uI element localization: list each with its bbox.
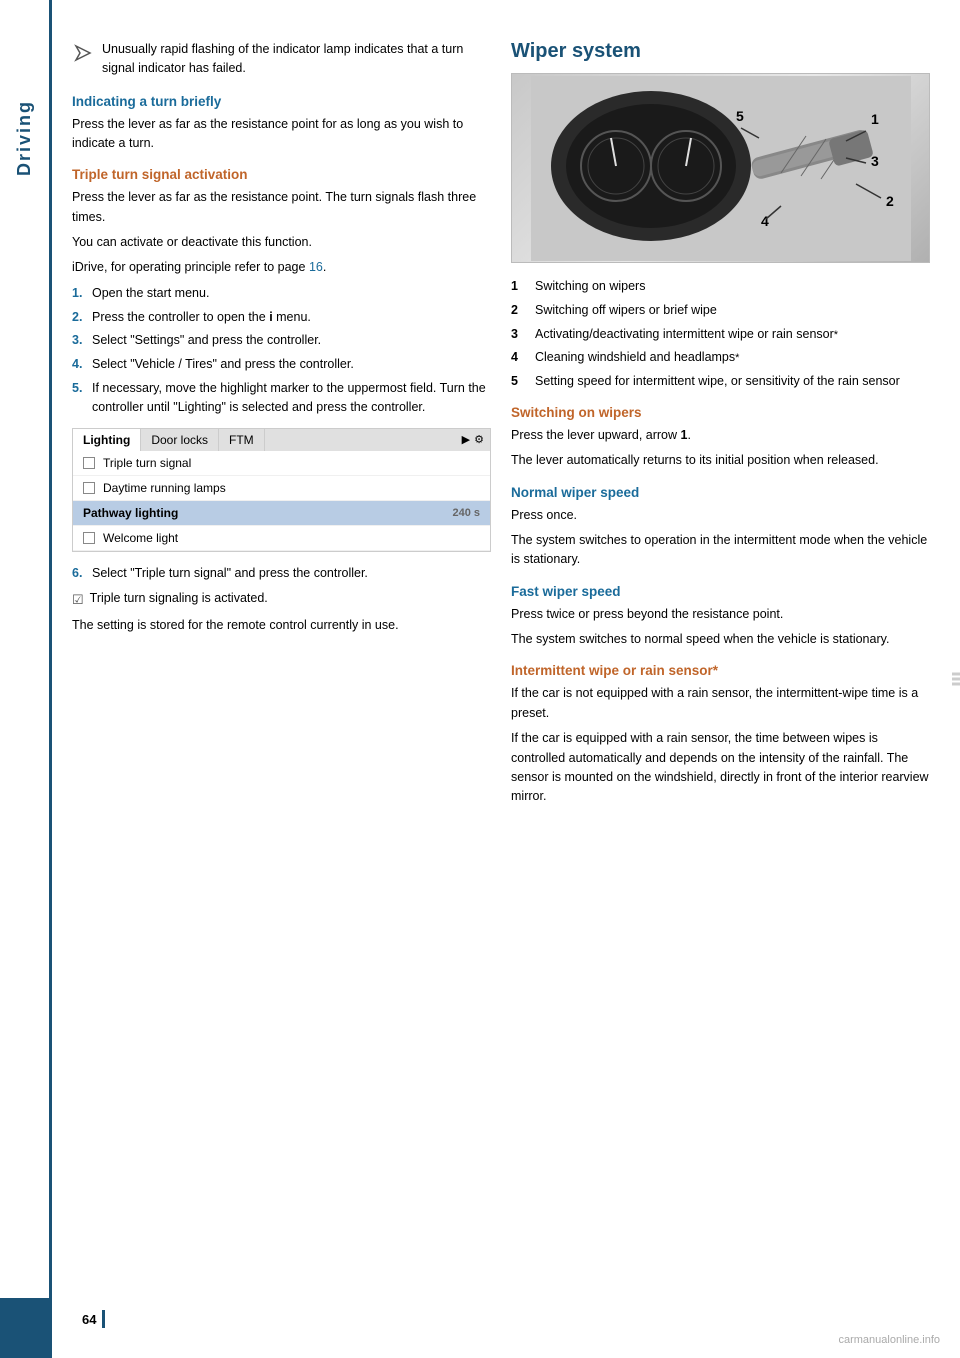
switching-heading: Switching on wipers <box>511 405 930 420</box>
wiper-list: 1 Switching on wipers 2 Switching off wi… <box>511 277 930 391</box>
normal-p2: The system switches to operation in the … <box>511 531 930 570</box>
tab-ftm[interactable]: FTM <box>219 429 265 451</box>
idrive-row-daytime: Daytime running lamps <box>73 476 490 501</box>
note-box: Unusually rapid flashing of the indicato… <box>72 40 491 78</box>
checkbox-triple[interactable] <box>83 457 95 469</box>
intermittent-p1: If the car is not equipped with a rain s… <box>511 684 930 723</box>
indicating-text: Press the lever as far as the resistance… <box>72 115 491 154</box>
final-text: The setting is stored for the remote con… <box>72 616 491 635</box>
tab-lighting[interactable]: Lighting <box>73 429 141 451</box>
left-column: Unusually rapid flashing of the indicato… <box>72 40 491 1318</box>
checkbox-daytime[interactable] <box>83 482 95 494</box>
idrive-row-triple: Triple turn signal <box>73 451 490 476</box>
wiper-item-5: 5 Setting speed for intermittent wipe, o… <box>511 372 930 391</box>
wiper-diagram: 1 2 3 4 5 <box>512 74 929 262</box>
wiper-item-4: 4 Cleaning windshield and headlamps* <box>511 348 930 367</box>
tab-icons: ▶ ⚙ <box>456 429 490 451</box>
step-2: 2. Press the controller to open the i me… <box>72 308 491 327</box>
idrive-row-welcome: Welcome light <box>73 526 490 551</box>
wiper-heading: Wiper system <box>511 40 930 63</box>
sidebar-label: Driving <box>14 100 35 176</box>
steps-list: 1. Open the start menu. 2. Press the con… <box>72 284 491 417</box>
step6-note: ☑ Triple turn signaling is activated. <box>72 589 491 610</box>
idrive-tabs: Lighting Door locks FTM ▶ ⚙ <box>73 429 490 451</box>
watermark: carmanualonline.info <box>838 1334 940 1346</box>
svg-text:5: 5 <box>736 108 744 124</box>
page-link[interactable]: 16 <box>309 260 323 274</box>
idrive-row-pathway: Pathway lighting 240 s <box>73 501 490 526</box>
sidebar-blue-bar <box>0 1298 49 1358</box>
play-icon: ▶ <box>462 433 470 447</box>
step-4: 4. Select "Vehicle / Tires" and press th… <box>72 355 491 374</box>
step-1: 1. Open the start menu. <box>72 284 491 303</box>
idrive-rows: Triple turn signal Daytime running lamps… <box>73 451 490 551</box>
main-content: Unusually rapid flashing of the indicato… <box>52 0 960 1358</box>
right-column: Wiper system <box>511 40 930 1318</box>
wiper-item-1: 1 Switching on wipers <box>511 277 930 296</box>
triple-heading: Triple turn signal activation <box>72 167 491 182</box>
wiper-item-3: 3 Activating/deactivating intermittent w… <box>511 325 930 344</box>
wiper-item-2: 2 Switching off wipers or brief wipe <box>511 301 930 320</box>
note-text: Unusually rapid flashing of the indicato… <box>102 40 491 78</box>
intermittent-p2: If the car is equipped with a rain senso… <box>511 729 930 807</box>
normal-heading: Normal wiper speed <box>511 485 930 500</box>
svg-text:2: 2 <box>886 193 894 209</box>
page-num-bar <box>102 1310 105 1328</box>
triple-p2: You can activate or deactivate this func… <box>72 233 491 252</box>
svg-text:3: 3 <box>871 153 879 169</box>
fast-p1: Press twice or press beyond the resistan… <box>511 605 930 624</box>
page-footer: 64 <box>52 1310 960 1328</box>
fast-heading: Fast wiper speed <box>511 584 930 599</box>
step-5: 5. If necessary, move the highlight mark… <box>72 379 491 417</box>
edge-mark-1 <box>952 673 960 676</box>
tab-doorlocks[interactable]: Door locks <box>141 429 219 451</box>
idrive-menu: Lighting Door locks FTM ▶ ⚙ Triple turn … <box>72 428 491 552</box>
edge-mark-3 <box>952 683 960 686</box>
normal-p1: Press once. <box>511 506 930 525</box>
switching-p1: Press the lever upward, arrow 1. <box>511 426 930 445</box>
svg-text:4: 4 <box>761 213 769 229</box>
switching-p2: The lever automatically returns to its i… <box>511 451 930 470</box>
step6-list: 6. Select "Triple turn signal" and press… <box>72 564 491 583</box>
intermittent-heading: Intermittent wipe or rain sensor* <box>511 663 930 678</box>
triple-p1: Press the lever as far as the resistance… <box>72 188 491 227</box>
indicating-heading: Indicating a turn briefly <box>72 94 491 109</box>
page-number: 64 <box>82 1312 96 1327</box>
triple-p3: iDrive, for operating principle refer to… <box>72 258 491 277</box>
settings-icon: ⚙ <box>474 433 484 447</box>
right-edge-marks <box>952 673 960 686</box>
fast-p2: The system switches to normal speed when… <box>511 630 930 649</box>
indicator-icon <box>72 42 94 64</box>
checkmark-icon: ☑ <box>72 590 84 610</box>
edge-mark-2 <box>952 678 960 681</box>
wiper-image: 1 2 3 4 5 <box>511 73 930 263</box>
svg-text:1: 1 <box>871 111 879 127</box>
step-3: 3. Select "Settings" and press the contr… <box>72 331 491 350</box>
step-6: 6. Select "Triple turn signal" and press… <box>72 564 491 583</box>
sidebar: Driving <box>0 0 52 1358</box>
checkbox-welcome[interactable] <box>83 532 95 544</box>
